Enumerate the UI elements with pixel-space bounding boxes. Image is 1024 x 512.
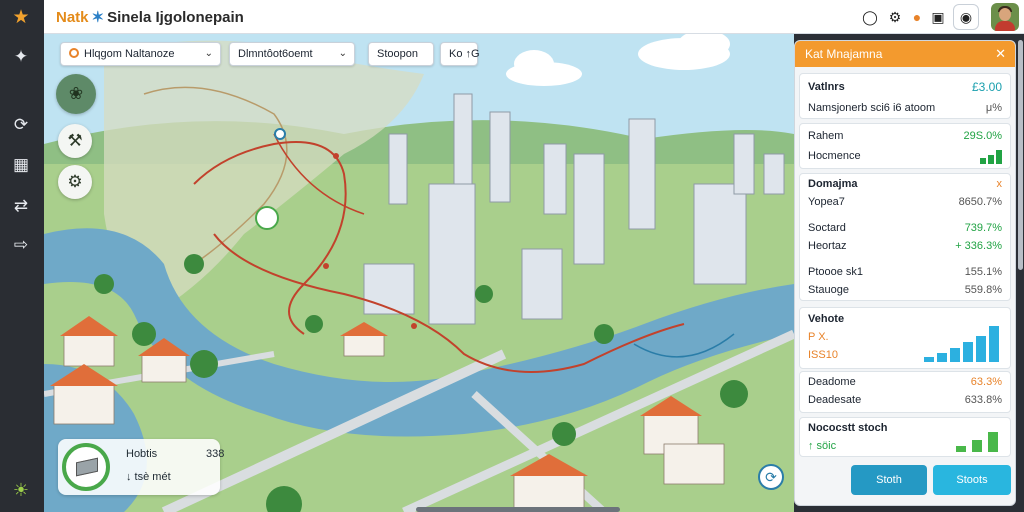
app-title-text: Sinela Ijgolonepain (107, 9, 244, 26)
top-bar: Natk ✶ Sinela Ijgolonepain ◯ ⚙ ● ▣ ◉ (44, 0, 1024, 34)
network-icon[interactable]: ✦ (10, 46, 32, 68)
chart-icon[interactable]: ▦ (10, 154, 32, 176)
domains-mark: x (996, 178, 1003, 190)
domain-row-label: Stauoge (808, 284, 849, 296)
avatar[interactable] (991, 3, 1019, 31)
income-label: Hocmence (808, 150, 861, 162)
values-sub-value: μ% (985, 102, 1002, 114)
chat-icon[interactable]: ◯ (860, 7, 880, 27)
terrain-tool[interactable]: ❀ (56, 74, 96, 114)
panel-title: Kat Mnajamna (805, 47, 883, 61)
logo-icon[interactable]: ★ (10, 7, 32, 29)
district-dropdown-label: Dlmntôot6oemt (238, 48, 313, 60)
panel-scrollbar[interactable] (1018, 40, 1023, 270)
building-thumbnail (62, 443, 110, 491)
building-name: Hobtis (126, 448, 158, 460)
recenter-button[interactable]: ⟳ (758, 464, 784, 490)
hammer-icon: ⚒ (67, 131, 83, 150)
stock-title: Nococstt stoch (808, 422, 888, 434)
stock-section: Nococstt stoch ↑ söic (799, 417, 1011, 457)
station-button[interactable]: Stoopon (368, 42, 434, 66)
domain-row-value: 559.8% (964, 284, 1002, 296)
primary-button[interactable]: Stoth (851, 465, 927, 495)
district-dropdown[interactable]: Dlmntôot6oemt ⌄ (229, 42, 355, 66)
station-button-label: Stoopon (377, 48, 418, 60)
brand-label: Natk (56, 9, 89, 26)
star-icon: ✶ (91, 9, 105, 26)
domain-row-value: 155.1% (964, 266, 1002, 278)
refresh-icon[interactable]: ⟳ (10, 114, 32, 136)
pin-icon (69, 48, 79, 58)
transfer-icon[interactable]: ⇄ (10, 195, 32, 217)
gear-icon[interactable]: ⚙ (885, 7, 905, 27)
values-total: £3.00 (971, 80, 1002, 94)
deadline-label: Deadome (808, 376, 856, 388)
building-value: 338 (206, 448, 225, 460)
revenue-value: 29S.0% (963, 130, 1002, 142)
lock-icon[interactable]: ▣ (928, 7, 948, 27)
domains-section: Domajma x Yopea7 8650.7% Soctard 739.7% … (799, 173, 1011, 301)
domain-row-label: Soctard (808, 222, 846, 234)
vehicles-section: Vehote P X. ISS10 (799, 307, 1011, 369)
chevron-down-icon: ⌄ (204, 48, 213, 59)
sun-icon[interactable]: ☀ (10, 479, 32, 501)
map-scrollbar[interactable] (416, 507, 620, 512)
region-dropdown-label: Hlqgom Naltanoze (84, 48, 175, 60)
zoom-button[interactable]: Ko ↑G (440, 42, 480, 66)
region-dropdown[interactable]: Hlqgom Naltanoze ⌄ (60, 42, 221, 66)
vehicles-title: Vehote (808, 313, 845, 325)
secondary-button[interactable]: Stoots (933, 465, 1011, 495)
values-title: Vatlnrs (808, 81, 845, 93)
domain-row-label: Yopea7 (808, 196, 845, 208)
domain-row-label: Ptoooe sk1 (808, 266, 864, 278)
domain-row-value: + 336.3% (955, 240, 1002, 252)
close-icon[interactable]: ✕ (995, 41, 1006, 67)
chevron-down-icon: ⌄ (338, 48, 347, 59)
panel-header: Kat Mnajamna ✕ (795, 41, 1015, 67)
income-bars (980, 150, 1002, 164)
building-sub: ↓ tsè mét (126, 471, 171, 483)
stock-bars (956, 432, 1000, 452)
app-title: Natk ✶ Sinela Ijgolonepain (56, 8, 244, 26)
domains-title: Domajma (808, 178, 858, 190)
values-sub: Namsjonerb sci6 i6 atoom (808, 102, 936, 114)
left-rail: ★ ✦ ⟳ ▦ ⇄ ⇨ ☀ (0, 0, 44, 512)
vehicles-bars (924, 326, 1000, 362)
bell-icon[interactable]: ● (907, 7, 927, 27)
values-section: Vatlnrs £3.00 Namsjonerb sci6 i6 atoom μ… (799, 73, 1011, 119)
build-tool[interactable]: ⚒ (58, 124, 92, 158)
deadline-value: 63.3% (970, 376, 1002, 388)
vehicles-row-label: P X. (808, 331, 829, 343)
export-icon[interactable]: ⇨ (10, 234, 32, 256)
deadline-section: Deadome 63.3% Deadesate 633.8% (799, 371, 1011, 413)
domain-row-value: 8650.7% (958, 196, 1002, 208)
map-view[interactable]: Hlqgom Naltanoze ⌄ Dlmntôot6oemt ⌄ Stoop… (44, 34, 794, 512)
vehicles-row-label: ISS10 (808, 349, 838, 361)
deadline-label: Deadesate (808, 394, 862, 406)
camera-icon[interactable]: ◉ (953, 4, 979, 30)
domain-row-label: Heortaz (808, 240, 847, 252)
stock-sub: ↑ söic (808, 440, 837, 452)
revenue-section: Rahem 29S.0% Hocmence (799, 123, 1011, 169)
zoom-button-label: Ko ↑G (449, 48, 480, 60)
revenue-label: Rahem (808, 130, 844, 142)
deadline-value: 633.8% (964, 394, 1002, 406)
stats-panel: Kat Mnajamna ✕ Vatlnrs £3.00 Namsjonerb … (794, 40, 1016, 506)
tree-icon: ❀ (68, 84, 84, 103)
refresh-icon: ⟳ (765, 469, 777, 485)
settings-tool[interactable]: ⚙ (58, 165, 92, 199)
selected-building-card[interactable]: Hobtis ↓ tsè mét 338 (58, 439, 224, 495)
domain-row-value: 739.7% (964, 222, 1002, 234)
gear-icon: ⚙ (67, 172, 83, 191)
